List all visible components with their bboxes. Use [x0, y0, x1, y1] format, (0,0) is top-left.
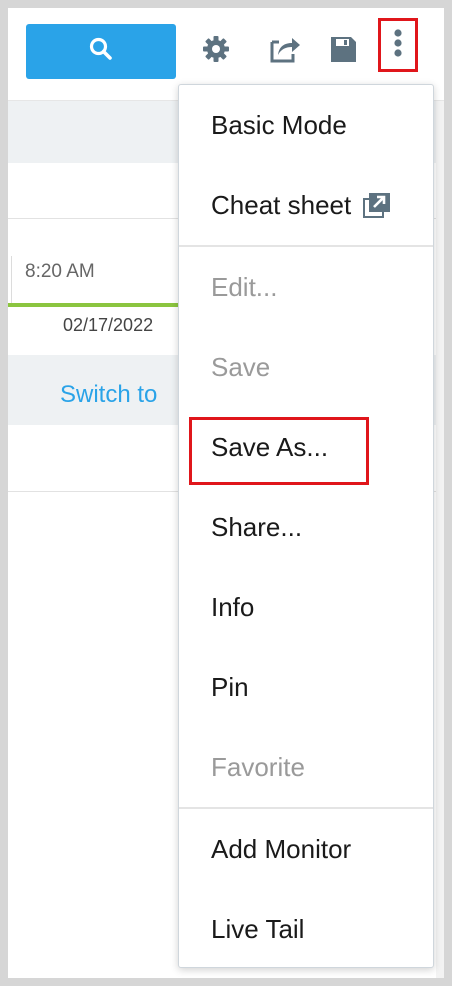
menu-item-label: Share...: [211, 511, 303, 542]
search-button[interactable]: [26, 24, 176, 79]
menu-item-label: Favorite: [211, 751, 305, 782]
time-label: 8:20 AM: [25, 261, 95, 282]
share-button[interactable]: [268, 34, 302, 68]
menu-item-cheat-sheet[interactable]: Cheat sheet: [179, 165, 433, 245]
menu-item-label: Cheat sheet: [211, 189, 352, 220]
search-icon: [88, 36, 114, 67]
scrollbar-track[interactable]: [436, 101, 444, 978]
share-export-icon: [269, 34, 301, 69]
external-link-icon: [363, 192, 391, 218]
menu-item-label: Basic Mode: [211, 109, 347, 140]
menu-item-pin[interactable]: Pin: [179, 647, 433, 727]
options-menu: Basic Mode Cheat sheet Edit... Save Save…: [178, 84, 434, 968]
menu-item-edit: Edit...: [179, 247, 433, 327]
menu-item-save: Save: [179, 327, 433, 407]
floppy-disk-icon: [329, 35, 357, 68]
save-toolbar-button[interactable]: [326, 34, 360, 68]
menu-item-live-tail[interactable]: Live Tail: [179, 889, 433, 969]
vertical-ellipsis-icon: [393, 28, 403, 63]
app-frame: 8:20 AM 02/17/2022 Switch to Basic Mode …: [8, 8, 444, 978]
gear-icon: [201, 34, 231, 69]
progress-bar: [8, 303, 183, 307]
menu-item-label: Info: [211, 591, 255, 622]
menu-item-label: Pin: [211, 671, 249, 702]
menu-item-basic-mode[interactable]: Basic Mode: [179, 85, 433, 165]
menu-item-share[interactable]: Share...: [179, 487, 433, 567]
date-label: 02/17/2022: [63, 315, 154, 335]
menu-item-label: Save: [211, 351, 271, 382]
more-options-button[interactable]: [378, 18, 418, 72]
menu-item-info[interactable]: Info: [179, 567, 433, 647]
menu-item-label: Live Tail: [211, 913, 305, 944]
switch-link[interactable]: Switch to: [60, 381, 157, 409]
menu-item-label: Save As...: [211, 431, 329, 462]
menu-item-favorite: Favorite: [179, 727, 433, 807]
menu-item-label: Edit...: [211, 271, 278, 302]
menu-item-label: Add Monitor: [211, 833, 352, 864]
menu-item-save-as[interactable]: Save As...: [179, 407, 433, 487]
settings-button[interactable]: [199, 34, 233, 68]
menu-item-add-monitor[interactable]: Add Monitor: [179, 809, 433, 889]
